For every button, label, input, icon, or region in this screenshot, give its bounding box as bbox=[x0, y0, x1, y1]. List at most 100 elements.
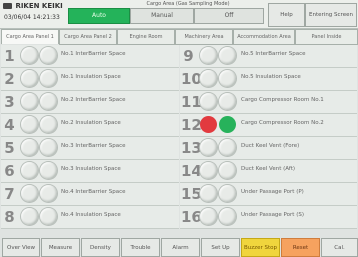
status-lamp-2 bbox=[219, 185, 236, 202]
density-button[interactable]: Density bbox=[81, 238, 120, 257]
sensor-label: Cargo Compressor Room No.1 bbox=[241, 97, 324, 103]
area-tabs: Cargo Area Panel 1 Cargo Area Panel 2 En… bbox=[0, 29, 358, 45]
status-lamp-2 bbox=[219, 162, 236, 179]
sensor-label: Duct Keel Vent (Aft) bbox=[241, 166, 295, 172]
header-bar: RIKEN KEIKI 03/06/04 14:21:33 Cargo Area… bbox=[0, 0, 358, 29]
trouble-button[interactable]: Trouble bbox=[121, 238, 160, 257]
status-lamp-2 bbox=[40, 162, 57, 179]
status-lamp-2 bbox=[40, 185, 57, 202]
sensor-number: 9 bbox=[183, 47, 194, 65]
sensor-label: No.5 Insulation Space bbox=[241, 74, 301, 80]
status-lamp-1 bbox=[21, 208, 38, 225]
mode-off-button[interactable]: Off bbox=[194, 8, 264, 24]
sensor-label: Duct Keel Vent (Fore) bbox=[241, 143, 300, 149]
status-lamp-2 bbox=[219, 47, 236, 64]
sensor-number: 8 bbox=[4, 208, 15, 226]
sensor-row[interactable]: 2 No.1 Insulation Space bbox=[1, 68, 179, 91]
sensor-number: 12 bbox=[181, 116, 202, 134]
sensor-row[interactable]: 10 No.5 Insulation Space bbox=[180, 68, 357, 91]
sensor-number: 13 bbox=[181, 139, 202, 157]
status-lamp-2 bbox=[219, 70, 236, 87]
status-lamp-2 bbox=[40, 139, 57, 156]
setup-button[interactable]: Set Up bbox=[201, 238, 240, 257]
sensor-number: 15 bbox=[181, 185, 202, 203]
entering-screen-button[interactable]: Entering Screen bbox=[305, 3, 357, 27]
sensor-label: Under Passage Port (S) bbox=[241, 212, 304, 218]
sensor-number: 14 bbox=[181, 162, 202, 180]
tab-cargo-area-panel-2[interactable]: Cargo Area Panel 2 bbox=[59, 29, 117, 45]
sensor-number: 11 bbox=[181, 93, 202, 111]
alarm-button[interactable]: Alarm bbox=[161, 238, 200, 257]
sensor-row[interactable]: 14 Duct Keel Vent (Aft) bbox=[180, 160, 357, 183]
sensor-row[interactable]: 11 Cargo Compressor Room No.1 bbox=[180, 91, 357, 114]
sensor-number: 3 bbox=[4, 93, 15, 111]
status-lamp-1 bbox=[200, 208, 217, 225]
status-lamp-1 bbox=[21, 185, 38, 202]
overview-button[interactable]: Over View bbox=[2, 238, 40, 257]
sensor-row[interactable]: 5 No.3 InterBarrier Space bbox=[1, 137, 179, 160]
status-lamp-1 bbox=[21, 139, 38, 156]
sensor-label: No.4 Insulation Space bbox=[61, 212, 121, 218]
sensor-label: No.2 InterBarrier Space bbox=[61, 97, 126, 103]
sensor-label: No.2 Insulation Space bbox=[61, 120, 121, 126]
tab-panel-inside[interactable]: Panel Inside bbox=[295, 29, 358, 45]
brand: RIKEN KEIKI bbox=[3, 2, 63, 10]
tab-cargo-area-panel-1[interactable]: Cargo Area Panel 1 bbox=[1, 29, 59, 44]
riken-logo-icon bbox=[3, 3, 12, 9]
status-lamp-green bbox=[219, 116, 236, 133]
tab-machinery-area[interactable]: Machinery Area bbox=[175, 29, 233, 45]
brand-name: RIKEN KEIKI bbox=[15, 2, 63, 10]
sensor-label: Under Passage Port (P) bbox=[241, 189, 304, 195]
tab-accommodation-area[interactable]: Accommodation Area bbox=[233, 29, 295, 45]
status-lamp-1 bbox=[21, 70, 38, 87]
sensor-label: No.1 InterBarrier Space bbox=[61, 51, 126, 57]
status-lamp-1 bbox=[200, 139, 217, 156]
sensor-row[interactable]: 4 No.2 Insulation Space bbox=[1, 114, 179, 137]
sensor-number: 2 bbox=[4, 70, 15, 88]
status-lamp-2 bbox=[40, 93, 57, 110]
sensor-grid: 1 No.1 InterBarrier Space 2 No.1 Insulat… bbox=[0, 45, 358, 235]
reset-button[interactable]: Reset bbox=[281, 238, 320, 257]
help-button[interactable]: Help bbox=[268, 3, 305, 27]
sensor-label: No.1 Insulation Space bbox=[61, 74, 121, 80]
sensor-number: 10 bbox=[181, 70, 202, 88]
status-lamp-2 bbox=[40, 47, 57, 64]
calibration-button[interactable]: Cal. bbox=[321, 238, 358, 257]
sensor-row[interactable]: 6 No.3 Insulation Space bbox=[1, 160, 179, 183]
sensor-label: No.5 InterBarrier Space bbox=[241, 51, 306, 57]
sensor-number: 5 bbox=[4, 139, 15, 157]
sensor-label: Cargo Compressor Room No.2 bbox=[241, 120, 324, 126]
status-lamp-2 bbox=[40, 116, 57, 133]
sensor-row[interactable]: 15 Under Passage Port (P) bbox=[180, 183, 357, 206]
sensor-number: 16 bbox=[181, 208, 202, 226]
alarm-lamp-red bbox=[200, 116, 217, 133]
sensor-number: 7 bbox=[4, 185, 15, 203]
gas-monitor-screen: RIKEN KEIKI 03/06/04 14:21:33 Cargo Area… bbox=[0, 0, 358, 257]
measure-button[interactable]: Measure bbox=[41, 238, 80, 257]
datetime: 03/06/04 14:21:33 bbox=[4, 14, 60, 21]
sensor-row[interactable]: 1 No.1 InterBarrier Space bbox=[1, 45, 179, 68]
sensor-row[interactable]: 16 Under Passage Port (S) bbox=[180, 206, 357, 229]
status-lamp-2 bbox=[219, 93, 236, 110]
sensor-row[interactable]: 8 No.4 Insulation Space bbox=[1, 206, 179, 229]
mode-auto-button[interactable]: Auto bbox=[68, 8, 130, 24]
tab-engine-room[interactable]: Engine Room bbox=[117, 29, 175, 45]
sensor-row[interactable]: 7 No.4 InterBarrier Space bbox=[1, 183, 179, 206]
sensor-number: 1 bbox=[4, 47, 15, 65]
status-lamp-1 bbox=[200, 70, 217, 87]
status-lamp-2 bbox=[40, 208, 57, 225]
sensor-number: 4 bbox=[4, 116, 15, 134]
sensor-row[interactable]: 13 Duct Keel Vent (Fore) bbox=[180, 137, 357, 160]
sensor-row[interactable]: 9 No.5 InterBarrier Space bbox=[180, 45, 357, 68]
mode-title: Cargo Area (Gas Sampling Mode) bbox=[146, 1, 230, 7]
sensor-row[interactable]: 3 No.2 InterBarrier Space bbox=[1, 91, 179, 114]
sensor-label: No.3 InterBarrier Space bbox=[61, 143, 126, 149]
sensor-row[interactable]: 12 Cargo Compressor Room No.2 bbox=[180, 114, 357, 137]
status-lamp-1 bbox=[200, 47, 217, 64]
status-lamp-1 bbox=[200, 93, 217, 110]
buzzer-stop-button[interactable]: Buzzer Stop bbox=[241, 238, 280, 257]
sensor-label: No.3 Insulation Space bbox=[61, 166, 121, 172]
mode-manual-button[interactable]: Manual bbox=[130, 8, 194, 24]
status-lamp-2 bbox=[219, 208, 236, 225]
footer-bar: Over View Measure Density Trouble Alarm … bbox=[0, 237, 358, 257]
